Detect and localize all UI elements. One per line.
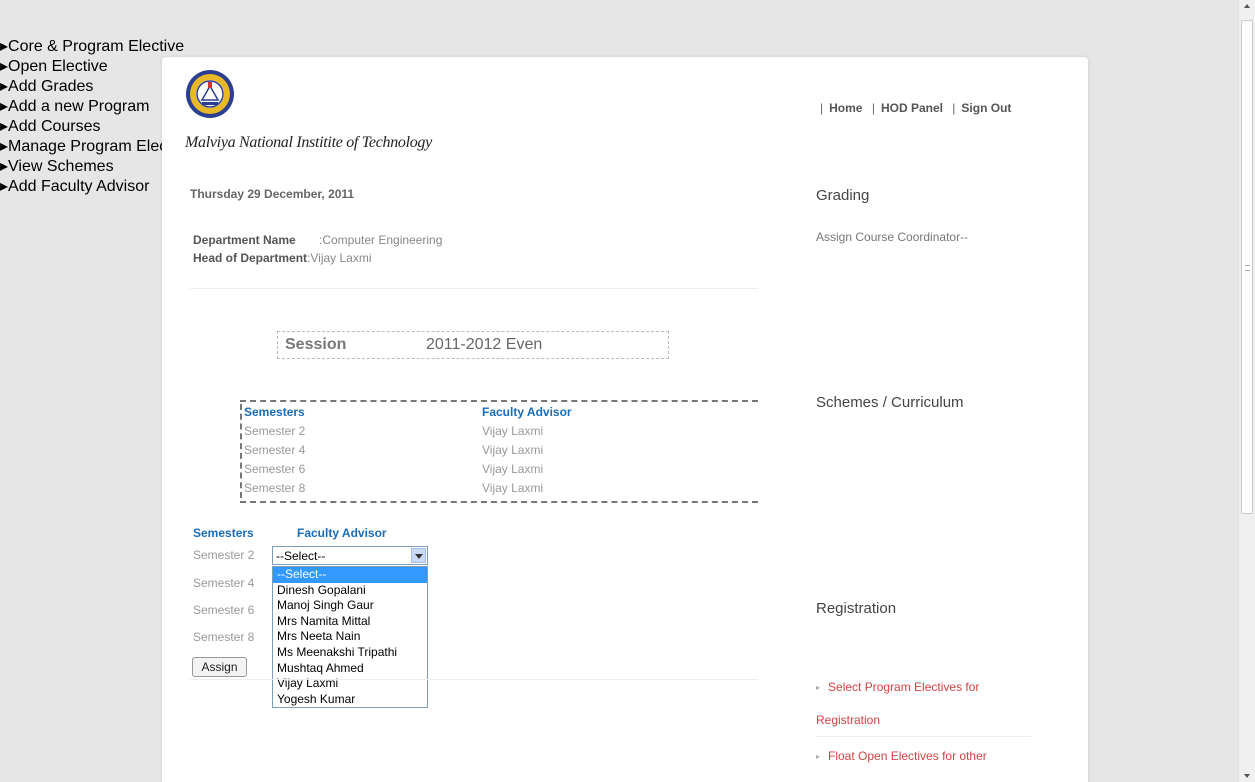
select-value: --Select-- bbox=[276, 549, 326, 563]
bullet-icon: ▸ bbox=[0, 158, 9, 175]
bullet-icon: ▸ bbox=[0, 38, 9, 55]
form-semester-label: Semester 6 bbox=[193, 603, 255, 617]
grading-section-title: Grading bbox=[816, 187, 870, 204]
scrollbar-thumb[interactable] bbox=[1241, 20, 1253, 514]
sidebar-item-label: Add a new Program bbox=[8, 98, 150, 115]
assign-button[interactable]: Assign bbox=[192, 657, 247, 677]
scroll-down-icon[interactable] bbox=[1244, 774, 1250, 778]
sidebar-item-label: Add Grades bbox=[8, 78, 94, 95]
dropdown-option[interactable]: Mrs Namita Mittal bbox=[273, 614, 427, 630]
sidebar-item-label: Add Courses bbox=[8, 118, 101, 135]
form-semester-label: Semester 2 bbox=[193, 548, 255, 562]
bullet-icon: ▸ bbox=[0, 78, 9, 95]
session-label: Session bbox=[285, 336, 347, 353]
chevron-down-icon[interactable] bbox=[411, 548, 426, 563]
institute-name: Malviya National Institite of Technology bbox=[185, 134, 432, 151]
table-row: Semester 8 Vijay Laxmi bbox=[240, 481, 758, 500]
top-navigation: | Home | HOD Panel | Sign Out bbox=[814, 101, 1011, 115]
session-value: 2011-2012 Even bbox=[426, 336, 543, 353]
dropdown-option[interactable]: Yogesh Kumar bbox=[273, 692, 427, 708]
schemes-section-title: Schemes / Curriculum bbox=[816, 394, 964, 411]
semester-cell: Semester 8 bbox=[244, 481, 306, 495]
nav-sign-out-link[interactable]: Sign Out bbox=[961, 101, 1011, 115]
divider bbox=[816, 736, 1031, 737]
sidebar-item-label: View Schemes bbox=[8, 158, 114, 175]
sidebar-item-select-program-electives[interactable]: ▸ Select Program Electives for bbox=[816, 680, 979, 694]
bullet-icon: ▸ bbox=[0, 118, 9, 135]
vertical-scrollbar[interactable] bbox=[1238, 0, 1255, 782]
dropdown-option[interactable]: Mrs Neeta Nain bbox=[273, 629, 427, 645]
semester-cell: Semester 2 bbox=[244, 424, 306, 438]
bullet-icon: ▸ bbox=[0, 178, 9, 195]
nav-hod-panel-link[interactable]: HOD Panel bbox=[881, 101, 943, 115]
faculty-advisor-dropdown: --Select-- Dinesh Gopalani Manoj Singh G… bbox=[272, 566, 428, 709]
semester-cell: Semester 6 bbox=[244, 462, 306, 476]
grading-note: Assign Course Coordinator-- bbox=[816, 230, 969, 244]
bullet-icon: ▸ bbox=[0, 58, 9, 75]
department-value: :Computer Engineering bbox=[319, 233, 443, 247]
semesters-header: Semesters bbox=[244, 405, 305, 419]
nav-separator: | bbox=[820, 101, 824, 115]
dropdown-option[interactable]: Manoj Singh Gaur bbox=[273, 598, 427, 614]
nav-separator: | bbox=[952, 101, 956, 115]
department-info: Department Name :Computer Engineering Hea… bbox=[193, 231, 442, 267]
faculty-advisor-select[interactable]: --Select-- bbox=[272, 546, 428, 565]
form-semesters-header: Semesters bbox=[193, 526, 254, 540]
registration-section-title: Registration bbox=[816, 600, 897, 617]
sidebar-item-label: Core & Program Elective bbox=[8, 38, 185, 55]
grip-icon bbox=[1245, 265, 1250, 271]
department-label: Department Name bbox=[193, 233, 296, 247]
divider bbox=[190, 288, 758, 289]
advisor-table: Semesters Faculty Advisor Semester 2 Vij… bbox=[240, 400, 758, 503]
form-faculty-advisor-header: Faculty Advisor bbox=[297, 526, 387, 540]
grading-note-divider bbox=[0, 0, 1255, 36]
table-row: Semester 6 Vijay Laxmi bbox=[240, 462, 758, 481]
current-date: Thursday 29 December, 2011 bbox=[190, 187, 355, 201]
institute-logo bbox=[186, 70, 234, 118]
advisor-cell: Vijay Laxmi bbox=[482, 424, 544, 438]
dropdown-option[interactable]: Mushtaq Ahmed bbox=[273, 661, 427, 677]
divider bbox=[190, 679, 758, 680]
advisor-cell: Vijay Laxmi bbox=[482, 481, 544, 495]
sidebar-item-label: Float Open Electives for other bbox=[828, 749, 987, 763]
form-semester-label: Semester 4 bbox=[193, 576, 255, 590]
sidebar-item-label: Add Faculty Advisor bbox=[8, 178, 150, 195]
form-semester-label: Semester 8 bbox=[193, 630, 255, 644]
sidebar-item-registration-continued[interactable]: Registration bbox=[816, 713, 880, 727]
sidebar-item-float-open-electives[interactable]: ▸ Float Open Electives for other bbox=[816, 749, 987, 763]
sidebar-item-label: Select Program Electives for bbox=[828, 680, 980, 694]
table-row: Semester 4 Vijay Laxmi bbox=[240, 443, 758, 462]
dropdown-option[interactable]: Dinesh Gopalani bbox=[273, 583, 427, 599]
bullet-icon: ▸ bbox=[816, 752, 821, 761]
bullet-icon: ▸ bbox=[0, 98, 9, 115]
table-row: Semester 2 Vijay Laxmi bbox=[240, 424, 758, 443]
dropdown-option[interactable]: Ms Meenakshi Tripathi bbox=[273, 645, 427, 661]
sidebar-item-core-program-elective[interactable]: ▸Core & Program Elective bbox=[0, 36, 1255, 56]
session-box: Session 2011-2012 Even bbox=[277, 331, 669, 359]
dropdown-option[interactable]: --Select-- bbox=[273, 567, 427, 583]
bullet-icon: ▸ bbox=[0, 138, 9, 155]
hod-value: :Vijay Laxmi bbox=[307, 251, 372, 265]
nav-home-link[interactable]: Home bbox=[829, 101, 862, 115]
advisor-cell: Vijay Laxmi bbox=[482, 443, 544, 457]
semester-cell: Semester 4 bbox=[244, 443, 306, 457]
scroll-up-icon[interactable] bbox=[1244, 4, 1250, 8]
sidebar-item-label: Open Elective bbox=[8, 58, 108, 75]
hod-label: Head of Department bbox=[193, 251, 308, 265]
bullet-icon: ▸ bbox=[816, 683, 821, 692]
faculty-advisor-header: Faculty Advisor bbox=[482, 405, 572, 419]
nav-separator: | bbox=[871, 101, 875, 115]
advisor-cell: Vijay Laxmi bbox=[482, 462, 544, 476]
